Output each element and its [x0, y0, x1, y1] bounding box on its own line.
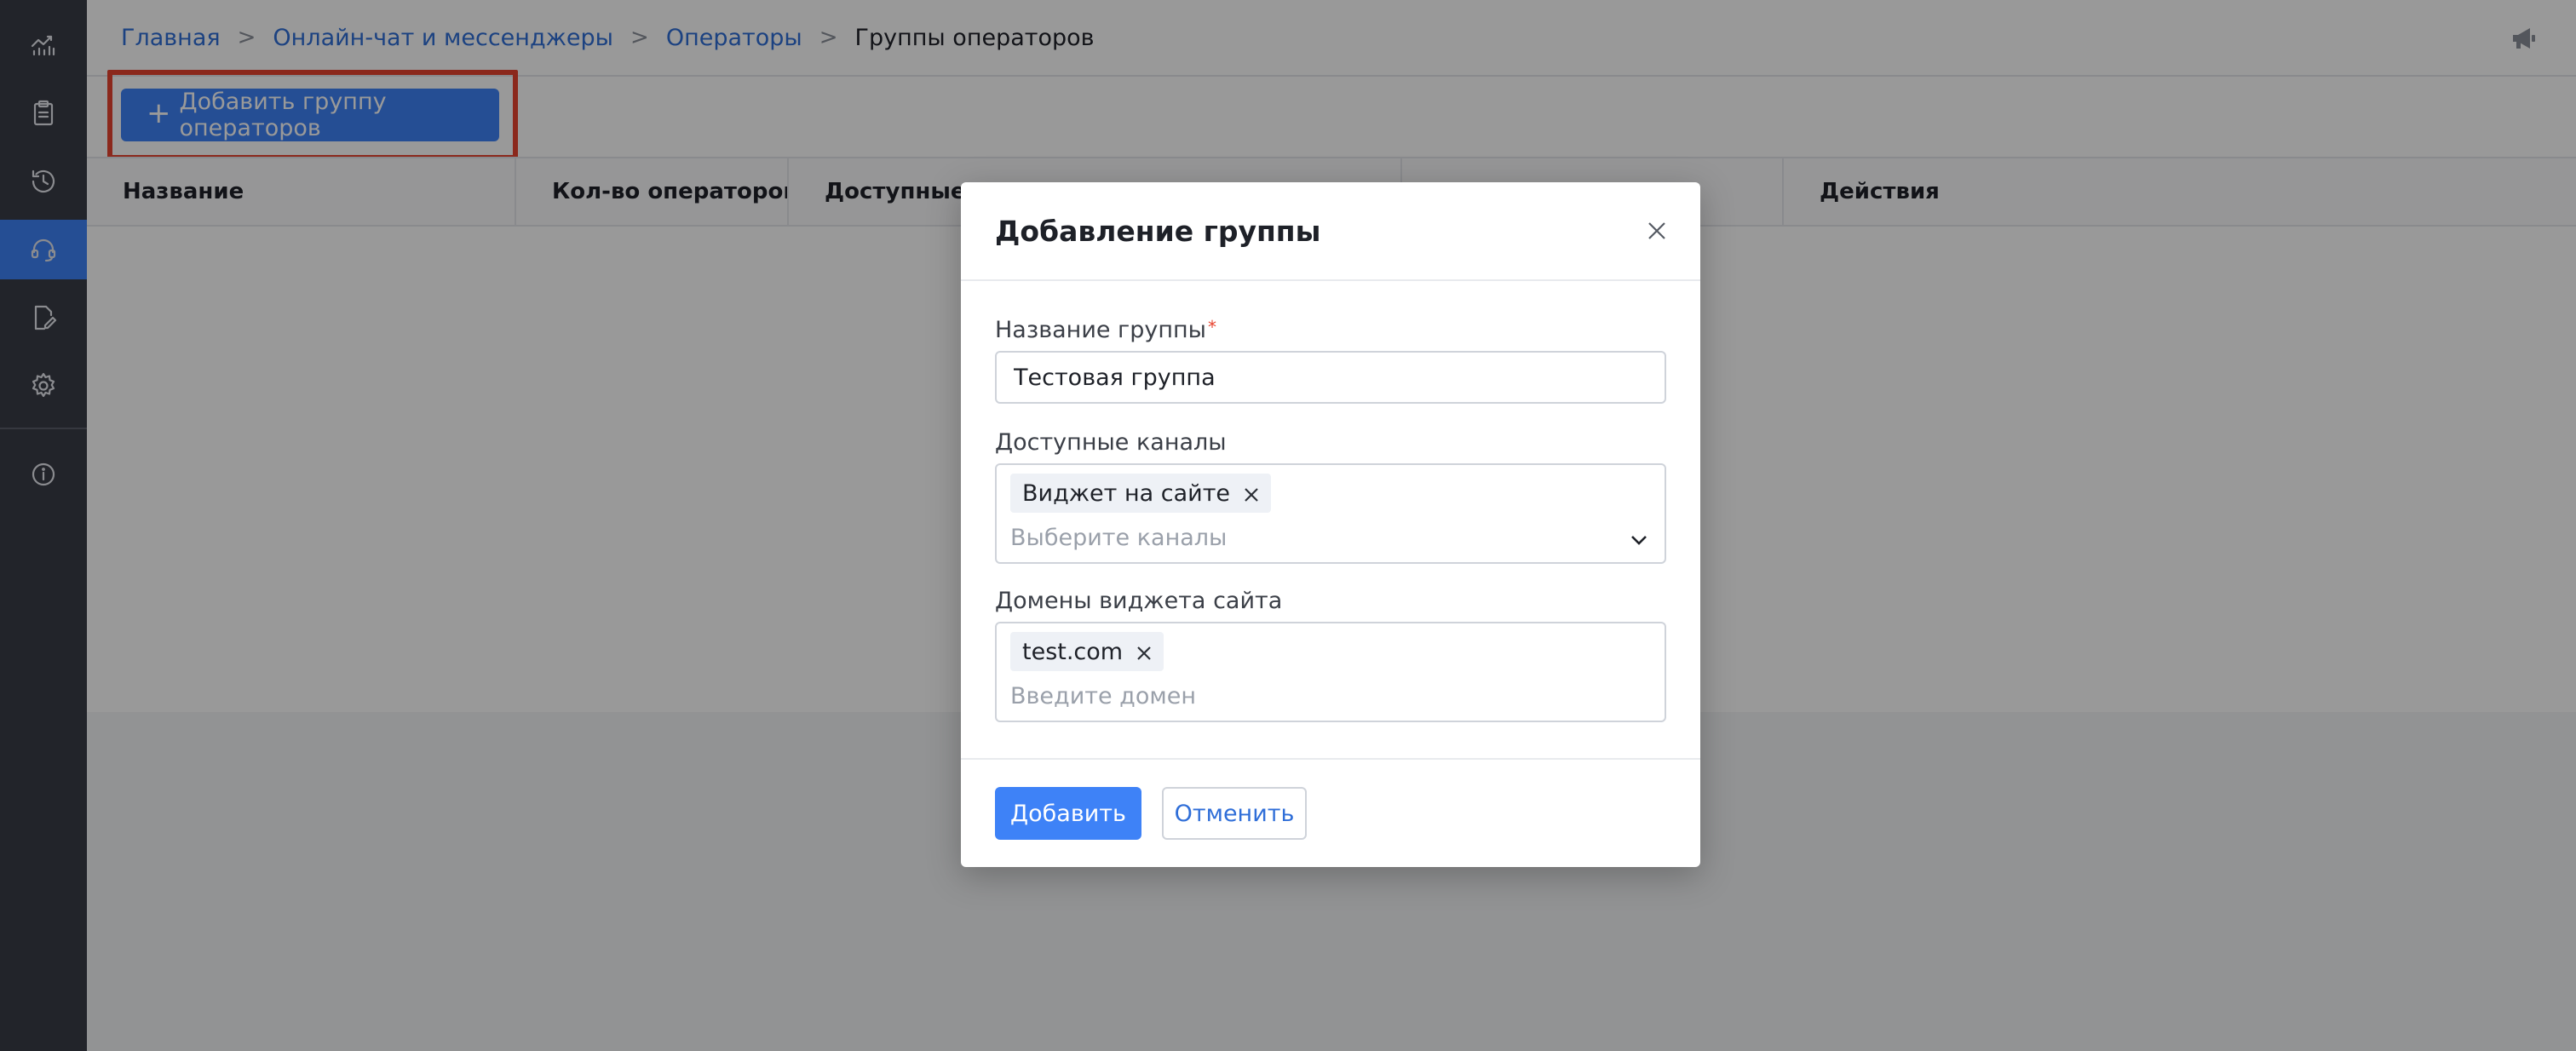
- remove-channel-tag-button[interactable]: [1242, 484, 1261, 503]
- group-name-input[interactable]: [995, 351, 1666, 404]
- cancel-button[interactable]: Отменить: [1162, 787, 1307, 840]
- group-name-label: Название группы *: [995, 317, 1216, 343]
- channels-dropdown-toggle[interactable]: [1629, 530, 1649, 550]
- modal-footer: Добавить Отменить: [961, 758, 1700, 867]
- domains-placeholder: Введите домен: [1010, 683, 1197, 709]
- channel-tag: Виджет на сайте: [1010, 474, 1272, 513]
- group-name-label-text: Название группы: [995, 317, 1206, 343]
- required-mark: *: [1207, 317, 1216, 337]
- close-icon: [1137, 646, 1151, 660]
- channels-select[interactable]: Виджет на сайте Выберите каналы: [995, 463, 1666, 564]
- chevron-down-icon: [1631, 536, 1647, 545]
- channel-tag-label: Виджет на сайте: [1022, 480, 1231, 507]
- domain-tag-label: test.com: [1022, 638, 1124, 665]
- domains-label: Домены виджета сайта: [995, 588, 1283, 614]
- domain-tag: test.com: [1010, 632, 1164, 671]
- channels-label: Доступные каналы: [995, 429, 1227, 456]
- remove-domain-tag-button[interactable]: [1135, 642, 1153, 661]
- close-icon: [1648, 222, 1665, 239]
- channels-placeholder: Выберите каналы: [1010, 525, 1228, 551]
- submit-add-button[interactable]: Добавить: [995, 787, 1141, 840]
- close-icon: [1245, 488, 1258, 502]
- modal-title: Добавление группы: [995, 215, 1321, 248]
- domains-input[interactable]: test.com Введите домен: [995, 622, 1666, 722]
- add-group-modal: Добавление группы Название группы* Досту…: [961, 182, 1700, 867]
- modal-header: Добавление группы: [961, 182, 1700, 281]
- modal-close-button[interactable]: [1646, 220, 1668, 242]
